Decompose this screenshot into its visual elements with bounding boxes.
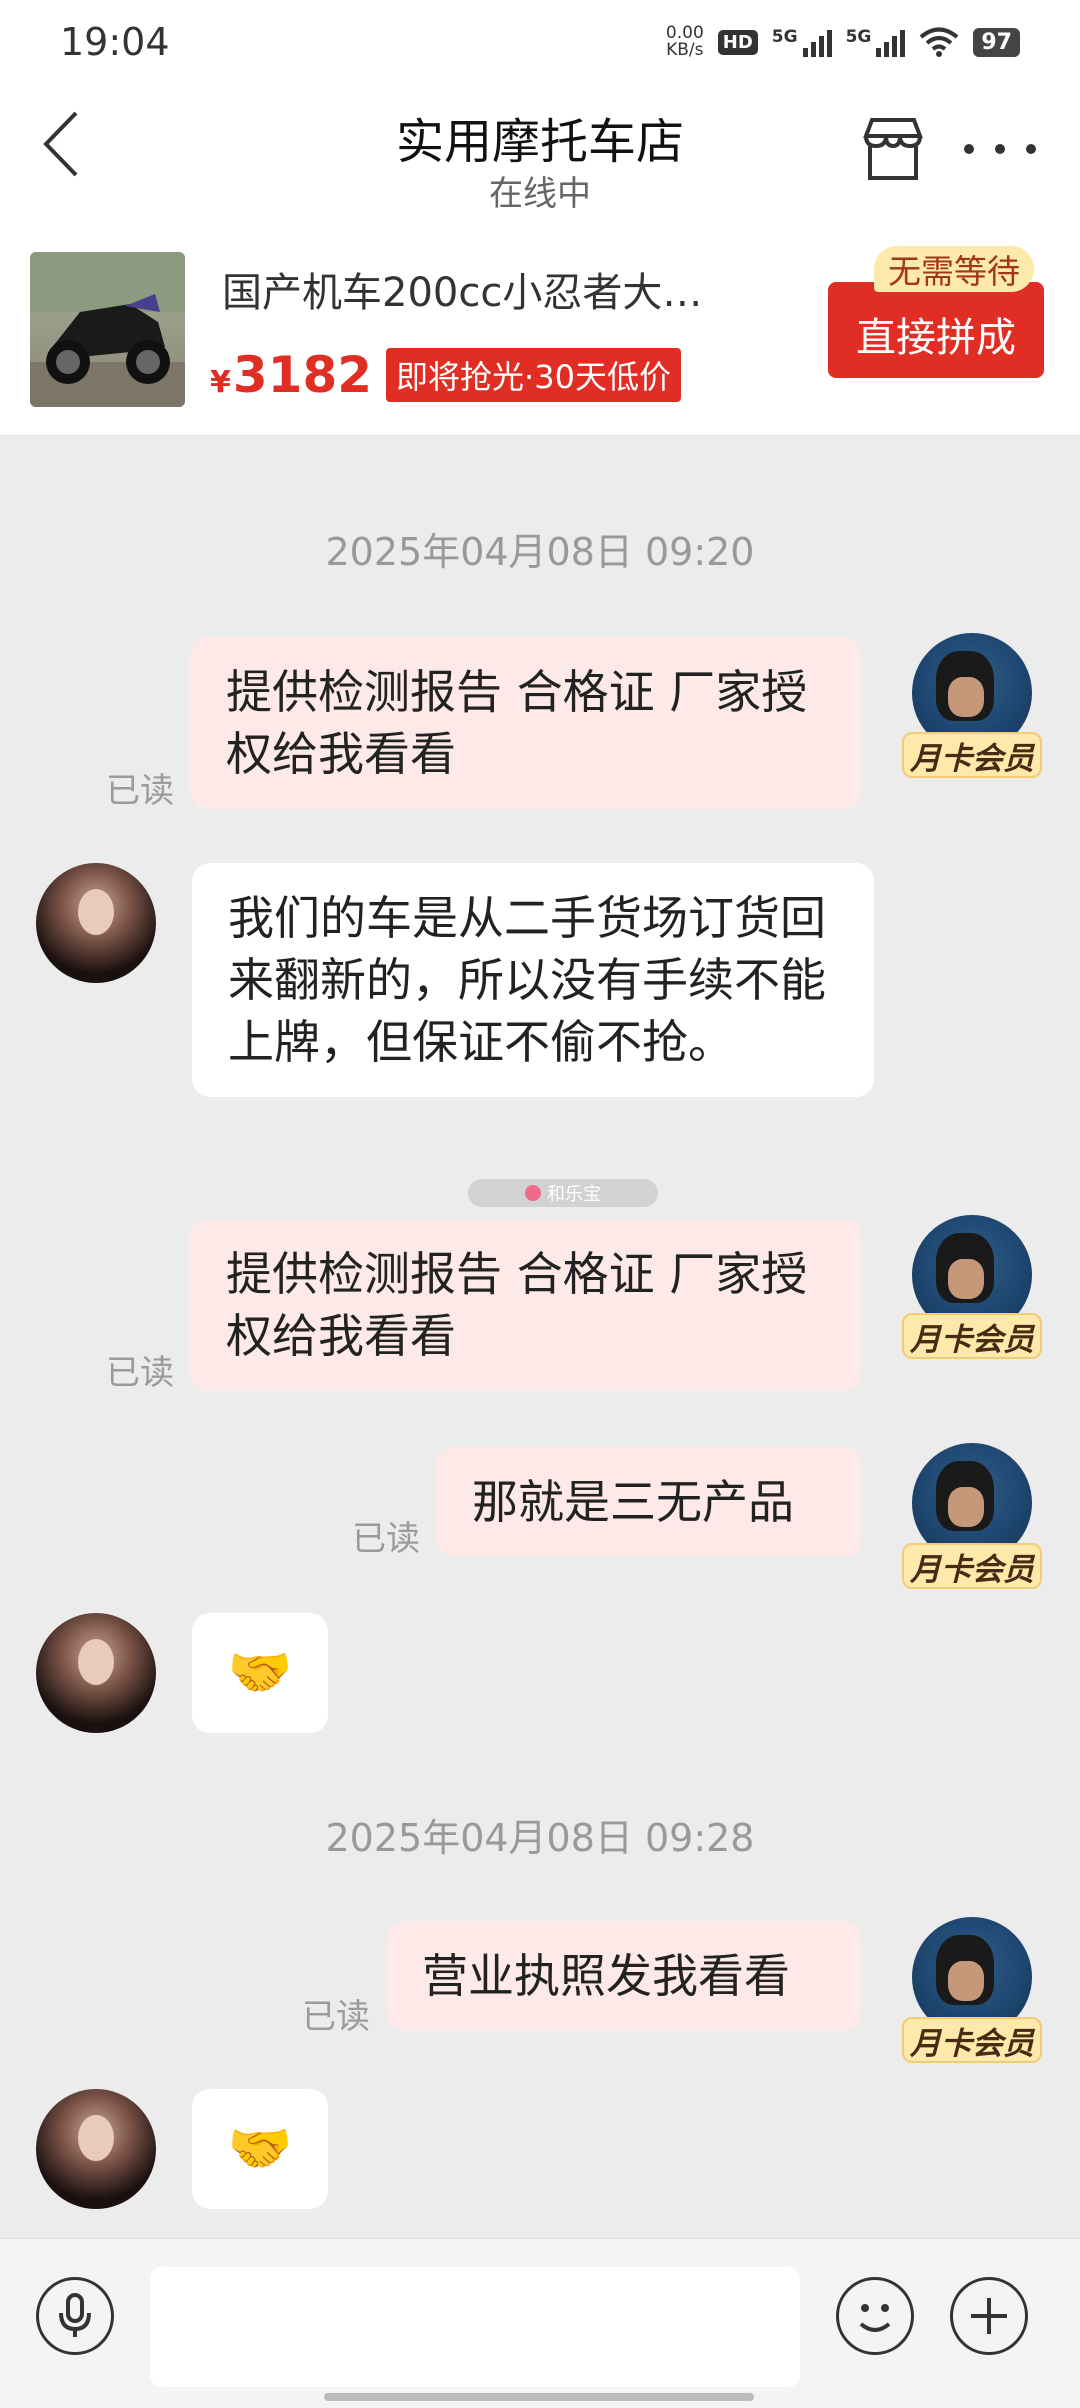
chat-area[interactable]: 2025年04月08日 09:20 已读 提供检测报告 合格证 厂家授权给我看看… (0, 437, 1080, 2237)
watermark: 和乐宝 (468, 1179, 658, 1207)
battery-icon: 97 (973, 27, 1020, 57)
shop-icon[interactable] (858, 114, 928, 184)
product-title[interactable]: 国产机车200cc小忍者大… (222, 260, 782, 318)
watermark-text: 和乐宝 (547, 1184, 601, 1205)
product-image[interactable] (30, 252, 185, 407)
emoji-button[interactable] (836, 2277, 914, 2355)
emoji-icon (859, 2304, 891, 2332)
buy-now-button[interactable]: 直接拼成 (828, 282, 1044, 378)
price-currency: ¥ (210, 365, 231, 400)
sim1-label: 5G (771, 27, 798, 47)
more-button[interactable] (960, 124, 1040, 174)
outgoing-message[interactable]: 提供检测报告 合格证 厂家授权给我看看 (190, 637, 862, 809)
vip-badge: 月卡会员 (902, 1313, 1042, 1359)
shop-avatar[interactable] (36, 2089, 156, 2209)
vip-badge: 月卡会员 (902, 1543, 1042, 1589)
outgoing-message[interactable]: 提供检测报告 合格证 厂家授权给我看看 (190, 1219, 862, 1391)
plus-button[interactable] (950, 2277, 1028, 2355)
outgoing-message[interactable]: 营业执照发我看看 (386, 1921, 862, 2031)
shop-avatar[interactable] (36, 863, 156, 983)
price-row: ¥ 3182 即将抢光·30天低价 (210, 346, 681, 404)
read-status: 已读 (106, 771, 174, 811)
incoming-message[interactable]: 我们的车是从二手货场订货回来翻新的，所以没有手续不能上牌，但保证不偷不抢。 (192, 863, 874, 1097)
motorcycle-image (30, 252, 185, 407)
plus-icon (971, 2298, 1007, 2334)
status-bar: 19:04 0.00 KB/s HD 5G 5G 97 (0, 0, 1080, 84)
vip-badge: 月卡会员 (902, 732, 1042, 778)
no-wait-badge: 无需等待 (874, 246, 1034, 292)
more-icon (964, 144, 974, 154)
signal-icon: 5G (772, 27, 832, 57)
chat-header: 实用摩托车店 在线中 (0, 84, 1080, 236)
status-time: 19:04 (60, 20, 170, 64)
read-status: 已读 (106, 1353, 174, 1393)
promo-tag: 即将抢光·30天低价 (386, 348, 681, 402)
hd-icon: HD (717, 29, 758, 55)
handshake-icon[interactable]: 🤝 (192, 2089, 328, 2209)
vip-badge: 月卡会员 (902, 2017, 1042, 2063)
read-status: 已读 (352, 1519, 420, 1559)
product-price: ¥ 3182 (210, 346, 372, 404)
outgoing-message[interactable]: 那就是三无产品 (436, 1447, 862, 1557)
sim2-label: 5G (845, 27, 872, 47)
handshake-icon[interactable]: 🤝 (192, 1613, 328, 1733)
home-indicator[interactable] (324, 2393, 754, 2401)
message-timestamp: 2025年04月08日 09:20 (325, 530, 755, 574)
price-value: 3182 (232, 346, 373, 404)
net-speed: 0.00 KB/s (666, 25, 704, 59)
signal-icon-2: 5G (846, 27, 906, 57)
shop-avatar[interactable] (36, 1613, 156, 1733)
status-icons: 0.00 KB/s HD 5G 5G 97 (666, 25, 1020, 59)
voice-button[interactable] (36, 2277, 114, 2355)
read-status: 已读 (302, 1997, 370, 2037)
mic-icon (59, 2293, 91, 2337)
watermark-logo (525, 1185, 541, 1201)
wifi-icon (920, 27, 959, 57)
chat-screen: 19:04 0.00 KB/s HD 5G 5G 97 实用摩托车店 在线中 国… (0, 0, 1080, 2408)
message-input[interactable] (150, 2267, 800, 2387)
net-speed-unit: KB/s (666, 40, 704, 60)
input-bar (0, 2238, 1080, 2408)
message-timestamp: 2025年04月08日 09:28 (325, 1816, 755, 1860)
